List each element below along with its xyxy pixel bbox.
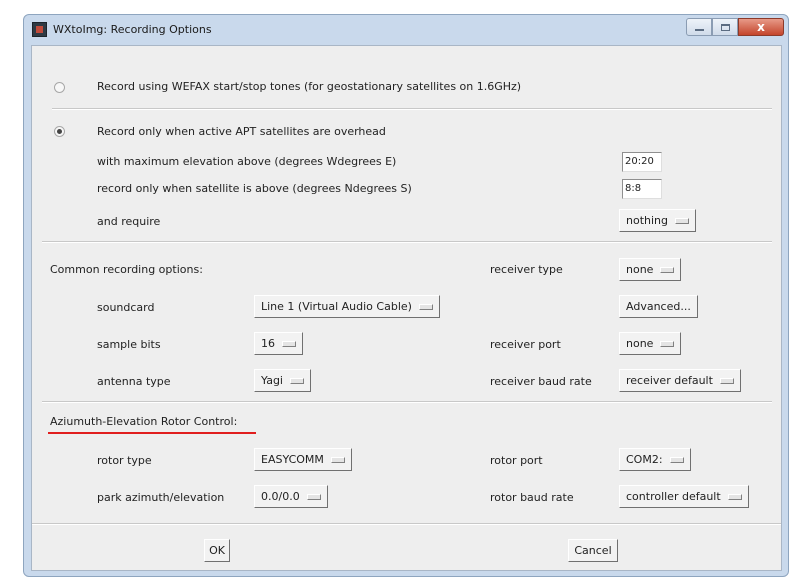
require-value: nothing [626,214,668,227]
rotor-type-value: EASYCOMM [261,453,324,466]
option-menu-indicator-icon [418,303,433,310]
option-menu-indicator-icon [289,377,304,384]
radio-wefax[interactable] [54,82,65,93]
maximize-icon [720,23,730,31]
common-section-title: Common recording options: [50,263,203,276]
antenna-label: antenna type [97,375,171,388]
window-title: WXtoImg: Recording Options [53,23,212,36]
rotor-baud-select[interactable]: controller default [619,485,749,508]
minimize-button[interactable] [686,18,712,36]
park-select[interactable]: 0.0/0.0 [254,485,328,508]
radio-apt-label: Record only when active APT satellites a… [97,125,386,138]
option-menu-indicator-icon [330,456,345,463]
option-menu-indicator-icon [669,456,684,463]
divider [52,108,772,110]
option-menu-indicator-icon [660,266,675,273]
require-select[interactable]: nothing [619,209,696,232]
sample-bits-label: sample bits [97,338,161,351]
receiver-port-value: none [626,337,654,350]
option-menu-indicator-icon [675,217,689,224]
rotor-baud-value: controller default [626,490,721,503]
advanced-button[interactable]: Advanced... [619,295,698,318]
soundcard-select[interactable]: Line 1 (Virtual Audio Cable) [254,295,440,318]
receiver-baud-label: receiver baud rate [490,375,592,388]
divider [42,401,772,403]
maximize-button[interactable] [712,18,738,36]
recording-options-window: WXtoImg: Recording Options x Record usin… [23,14,789,577]
receiver-port-label: receiver port [490,338,561,351]
receiver-type-label: receiver type [490,263,563,276]
require-label: and require [97,215,161,228]
ok-button[interactable]: OK [204,539,230,562]
divider [32,523,781,525]
max-elevation-field[interactable]: 20:20 [622,152,662,172]
option-menu-indicator-icon [719,377,734,384]
soundcard-value: Line 1 (Virtual Audio Cable) [261,300,412,313]
park-label: park azimuth/elevation [97,491,225,504]
soundcard-label: soundcard [97,301,155,314]
antenna-select[interactable]: Yagi [254,369,311,392]
sample-bits-value: 16 [261,337,275,350]
window-controls: x [686,18,784,37]
title-bar[interactable]: WXtoImg: Recording Options x [24,15,788,45]
rotor-port-select[interactable]: COM2: [619,448,691,471]
rotor-port-label: rotor port [490,454,543,467]
cancel-button[interactable]: Cancel [568,539,618,562]
rotor-type-select[interactable]: EASYCOMM [254,448,352,471]
receiver-baud-value: receiver default [626,374,713,387]
option-menu-indicator-icon [282,340,296,347]
rotor-port-value: COM2: [626,453,663,466]
rotor-type-label: rotor type [97,454,152,467]
antenna-value: Yagi [261,374,283,387]
highlight-underline [48,432,256,434]
max-elevation-label: with maximum elevation above (degrees Wd… [97,155,397,168]
receiver-type-value: none [626,263,654,276]
close-button[interactable]: x [738,18,784,36]
receiver-type-select[interactable]: none [619,258,682,281]
radio-apt[interactable] [54,126,65,137]
dialog-body: Record using WEFAX start/stop tones (for… [31,45,782,571]
option-menu-indicator-icon [306,493,321,500]
rotor-section-title: Aziumuth-Elevation Rotor Control: [50,415,238,428]
option-menu-indicator-icon [660,340,675,347]
minimize-icon [694,29,704,31]
park-value: 0.0/0.0 [261,490,300,503]
option-menu-indicator-icon [727,493,742,500]
app-icon [32,22,47,37]
sample-bits-select[interactable]: 16 [254,332,303,355]
above-label: record only when satellite is above (deg… [97,182,412,195]
receiver-port-select[interactable]: none [619,332,682,355]
divider [42,241,772,243]
rotor-baud-label: rotor baud rate [490,491,574,504]
radio-wefax-label: Record using WEFAX start/stop tones (for… [97,80,522,93]
close-icon: x [757,20,765,34]
above-field[interactable]: 8:8 [622,179,662,199]
receiver-baud-select[interactable]: receiver default [619,369,741,392]
